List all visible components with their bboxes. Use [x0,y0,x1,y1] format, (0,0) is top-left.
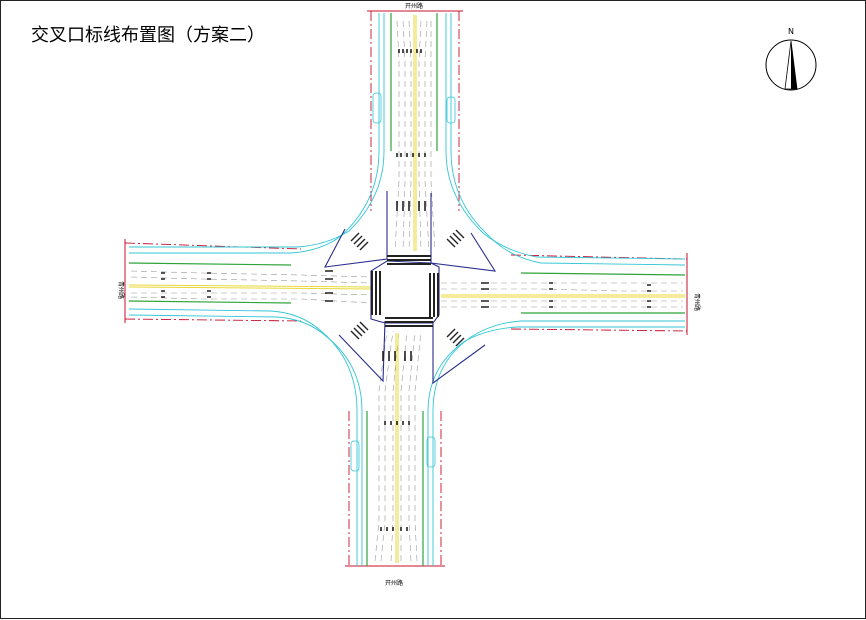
drawing-sheet: 交叉口标线布置图（方案二） N 开州路 开州路 青州路 青州路 [0,0,866,619]
gray-lane-dividers [130,20,683,562]
crosswalk-north [387,255,431,265]
lane-arrow-marks [161,49,651,531]
crosswalk-west [371,271,381,315]
red-end-ticks [124,10,688,567]
compass-letter: N [788,27,794,36]
green-lane-lines [128,13,686,566]
road-label-south: 开州路 [385,579,403,587]
road-label-north: 开州路 [405,2,423,10]
road-label-west: 青州路 [117,281,125,299]
road-label-east: 青州路 [693,293,701,311]
cyan-curb-lines [128,13,686,566]
north-arrow-icon: N [765,27,817,91]
crosswalk-east [429,273,439,317]
crosswalk-south [385,317,433,327]
corner-crosswalks [350,229,465,347]
red-boundary-lines [124,11,688,566]
intersection-plan: N 开州路 开州路 青州路 青州路 [117,2,817,587]
yellow-centerlines [128,15,685,563]
